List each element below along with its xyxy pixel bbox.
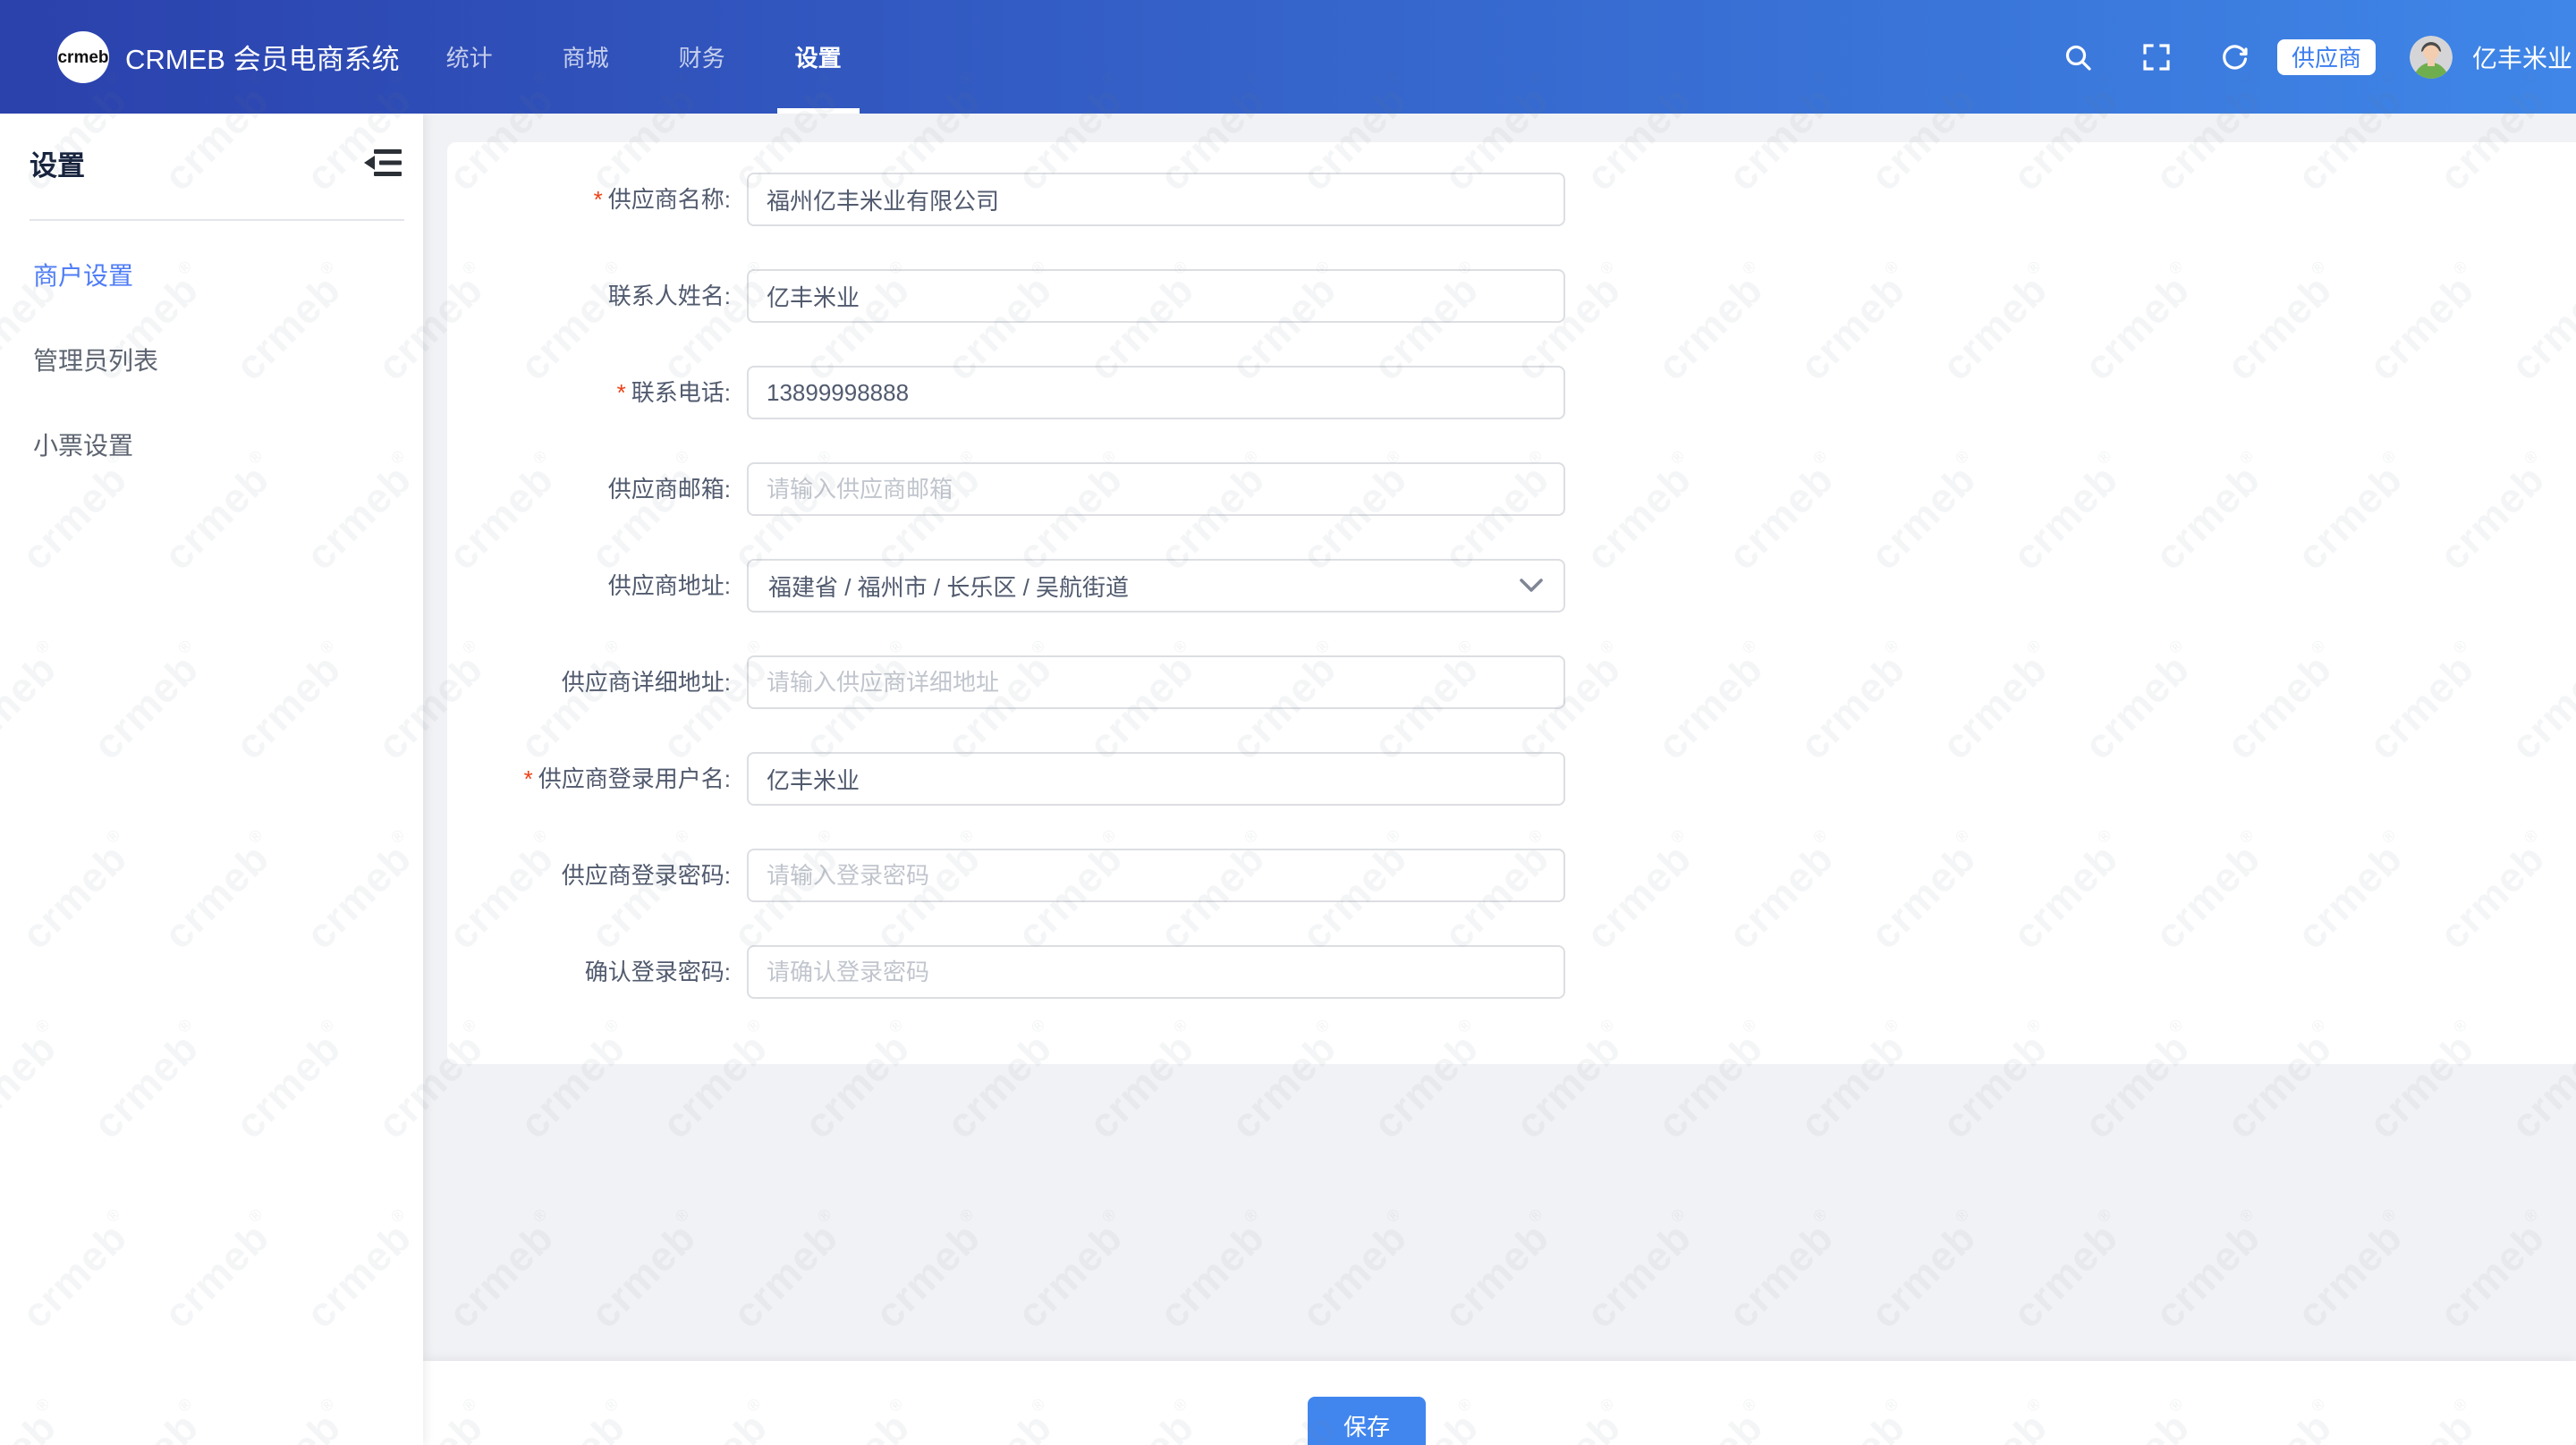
form-row-0: *供应商名称: (447, 173, 2576, 226)
top-nav-item-3[interactable]: 设置 (777, 0, 860, 114)
form-label: 供应商邮箱: (447, 462, 747, 516)
menu-collapse-icon[interactable] (364, 149, 402, 176)
role-badge[interactable]: 供应商 (2277, 39, 2376, 75)
form-row-3: 供应商邮箱: (447, 462, 2576, 516)
form-input-8[interactable] (747, 945, 1565, 999)
form-control: 福建省 / 福州市 / 长乐区 / 吴航街道 (747, 559, 1565, 613)
form-control (747, 945, 1565, 999)
form-input-1[interactable] (747, 269, 1565, 323)
refresh-icon[interactable] (2220, 42, 2250, 72)
form-label: *供应商名称: (447, 173, 747, 226)
sidebar-header: 设置 (0, 114, 423, 203)
sidebar: 设置 商户设置管理员列表小票设置 (0, 114, 423, 1445)
form-label: *联系电话: (447, 366, 747, 419)
form-row-4: 供应商地址: 福建省 / 福州市 / 长乐区 / 吴航街道 (447, 559, 2576, 613)
search-icon[interactable] (2063, 42, 2093, 72)
form-label: 供应商详细地址: (447, 655, 747, 709)
form-input-5[interactable] (747, 655, 1565, 709)
avatar[interactable] (2410, 36, 2453, 79)
sidebar-item-0[interactable]: 商户设置 (0, 232, 423, 317)
crmeb-logo-text: crmeb (57, 48, 108, 68)
form-label: 联系人姓名: (447, 269, 747, 323)
form-control (747, 752, 1565, 806)
footer-bar: 保存 (423, 1361, 2576, 1445)
form-control (747, 366, 1565, 419)
required-asterisk: * (617, 379, 626, 406)
address-select[interactable]: 福建省 / 福州市 / 长乐区 / 吴航街道 (747, 559, 1565, 613)
crmeb-logo: crmeb (57, 31, 109, 83)
required-asterisk: * (524, 765, 533, 792)
form-row-6: *供应商登录用户名: (447, 752, 2576, 806)
form-row-2: *联系电话: (447, 366, 2576, 419)
form-label: 供应商地址: (447, 559, 747, 613)
sidebar-item-2[interactable]: 小票设置 (0, 401, 423, 486)
form-control (747, 849, 1565, 902)
sidebar-divider (30, 219, 404, 221)
form-label: 确认登录密码: (447, 945, 747, 999)
form-input-7[interactable] (747, 849, 1565, 902)
top-nav-item-0[interactable]: 统计 (428, 0, 511, 114)
merchant-settings-panel: *供应商名称: 联系人姓名: *联系电话: 供应商邮箱: 供应商地址: 福建省 / 福州市… (447, 142, 2576, 1064)
sidebar-title: 设置 (30, 143, 85, 183)
top-nav-menu: 统计商城财务设置 (428, 0, 860, 114)
required-asterisk: * (594, 186, 603, 213)
form-input-6[interactable] (747, 752, 1565, 806)
form-label: 供应商登录密码: (447, 849, 747, 902)
form-input-3[interactable] (747, 462, 1565, 516)
form-control (747, 173, 1565, 226)
content-scroll-area: *供应商名称: 联系人姓名: *联系电话: 供应商邮箱: 供应商地址: 福建省 / 福州市… (423, 114, 2576, 1361)
form-row-7: 供应商登录密码: (447, 849, 2576, 902)
top-nav-item-1[interactable]: 商城 (545, 0, 627, 114)
top-nav-item-2[interactable]: 财务 (661, 0, 743, 114)
form-control (747, 269, 1565, 323)
form-control (747, 655, 1565, 709)
chevron-down-icon (1519, 578, 1544, 594)
form-control (747, 462, 1565, 516)
main-content: *供应商名称: 联系人姓名: *联系电话: 供应商邮箱: 供应商地址: 福建省 / 福州市… (423, 114, 2576, 1445)
form-row-1: 联系人姓名: (447, 269, 2576, 323)
form-input-2[interactable] (747, 366, 1565, 419)
sidebar-menu: 商户设置管理员列表小票设置 (0, 232, 423, 486)
form-row-8: 确认登录密码: (447, 945, 2576, 999)
form-label: *供应商登录用户名: (447, 752, 747, 806)
merchant-settings-form: *供应商名称: 联系人姓名: *联系电话: 供应商邮箱: 供应商地址: 福建省 / 福州市… (447, 173, 2576, 999)
navbar-right-cluster: 供应商 亿丰米业 (2014, 36, 2572, 79)
fullscreen-icon[interactable] (2141, 42, 2172, 72)
save-button[interactable]: 保存 (1308, 1397, 1426, 1445)
username[interactable]: 亿丰米业 (2472, 39, 2572, 75)
form-row-5: 供应商详细地址: (447, 655, 2576, 709)
top-navbar: crmeb CRMEB 会员电商系统 统计商城财务设置 供应商 (0, 0, 2576, 114)
address-select-value: 福建省 / 福州市 / 长乐区 / 吴航街道 (768, 570, 1129, 603)
sidebar-item-1[interactable]: 管理员列表 (0, 317, 423, 401)
app-title: CRMEB 会员电商系统 (125, 37, 400, 77)
form-input-0[interactable] (747, 173, 1565, 226)
